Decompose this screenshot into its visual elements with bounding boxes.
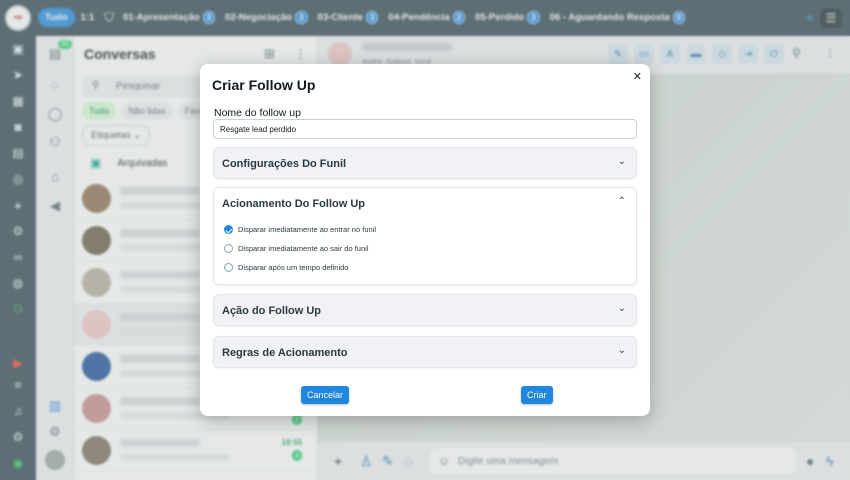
option-sair[interactable]: Disparar imediatamente ao sair do funil	[224, 244, 368, 253]
chevron-down-icon: ⌄	[617, 156, 626, 167]
section-title: Configurações Do Funil	[222, 158, 347, 170]
section-title: Ação do Follow Up	[222, 305, 321, 317]
radio[interactable]	[224, 263, 233, 272]
name-field[interactable]: Resgate lead perdido	[213, 119, 637, 139]
follow-up-modal: Criar Follow Up ✕ Nome do follow up Resg…	[200, 64, 650, 416]
option-label: Disparar imediatamente ao sair do funil	[238, 244, 369, 253]
radio-checked[interactable]	[224, 225, 233, 234]
option-label: Disparar imediatamente ao entrar no funi…	[238, 225, 376, 234]
section-acionamento: Acionamento Do Follow Up ⌃ Disparar imed…	[213, 187, 637, 285]
radio[interactable]	[224, 244, 233, 253]
chevron-down-icon: ⌄	[617, 303, 626, 314]
section-acao[interactable]: Ação do Follow Up ⌄	[213, 294, 637, 326]
create-button[interactable]: Criar	[521, 386, 553, 404]
modal-title: Criar Follow Up	[212, 77, 316, 93]
close-icon[interactable]: ✕	[633, 70, 642, 83]
cancel-button[interactable]: Cancelar	[301, 386, 350, 404]
section-title: Regras de Acionamento	[222, 347, 348, 359]
name-label: Nome do follow up	[214, 107, 301, 119]
option-label: Disparar após um tempo definido	[238, 263, 349, 272]
section-funil[interactable]: Configurações Do Funil ⌄	[213, 147, 637, 179]
option-tempo[interactable]: Disparar após um tempo definido	[224, 263, 348, 272]
option-entrar[interactable]: Disparar imediatamente ao entrar no funi…	[224, 225, 376, 234]
section-title[interactable]: Acionamento Do Follow Up	[222, 198, 365, 210]
chevron-up-icon[interactable]: ⌃	[618, 196, 626, 207]
chevron-down-icon: ⌄	[617, 345, 626, 356]
section-regras[interactable]: Regras de Acionamento ⌄	[213, 336, 637, 368]
